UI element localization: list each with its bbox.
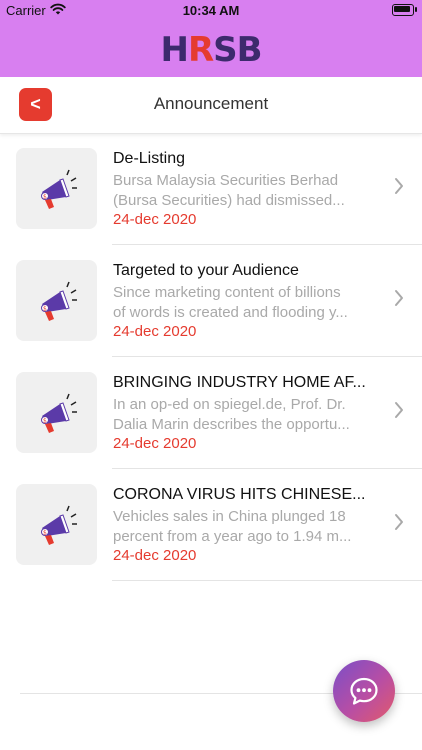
status-bar: Carrier 10:34 AM: [0, 0, 422, 22]
announcement-title: De-Listing: [113, 150, 186, 167]
announcement-row[interactable]: $ Targeted to your Audience Since market…: [0, 245, 422, 357]
hrsb-logo: HRSB: [160, 29, 262, 70]
description-line: Dalia Marin describes the opportu...: [113, 416, 350, 433]
announcement-date: 24-dec 2020: [113, 323, 197, 340]
chevron-right-icon: [394, 401, 404, 424]
chevron-right-icon: [394, 513, 404, 536]
battery-icon: [392, 4, 417, 16]
page-title: Announcement: [153, 94, 269, 113]
announcement-thumbnail: $: [16, 148, 97, 229]
logo-letter-r: R: [187, 29, 214, 70]
chat-button[interactable]: [333, 660, 395, 722]
logo-letter-h: H: [160, 29, 188, 70]
chevron-right-icon: [394, 177, 404, 200]
announcement-row[interactable]: $ BRINGING INDUSTRY HOME AF... In an op-…: [0, 357, 422, 469]
description-line: In an op-ed on spiegel.de, Prof. Dr.: [113, 396, 346, 413]
announcement-description: Since marketing content of billions of w…: [113, 283, 375, 323]
megaphone-icon: $: [40, 169, 77, 209]
description-line: of words is created and flooding y...: [113, 304, 348, 321]
svg-text:$: $: [43, 193, 47, 200]
announcement-description: In an op-ed on spiegel.de, Prof. Dr. Dal…: [113, 395, 375, 435]
svg-text:$: $: [43, 305, 47, 312]
announcement-description: Vehicles sales in China plunged 18 perce…: [113, 507, 375, 547]
megaphone-icon: $: [40, 505, 77, 545]
announcement-title: CORONA VIRUS HITS CHINESE...: [113, 486, 366, 503]
announcement-date: 24-dec 2020: [113, 211, 197, 228]
announcement-row[interactable]: $ CORONA VIRUS HITS CHINESE... Vehicles …: [0, 469, 422, 581]
logo-letters-sb: SB: [213, 29, 262, 70]
description-line: Bursa Malaysia Securities Berhad: [113, 172, 339, 189]
announcement-date: 24-dec 2020: [113, 435, 197, 452]
navigation-bar: < Announcement: [0, 77, 422, 134]
description-line: percent from a year ago to 1.94 m...: [113, 528, 352, 545]
megaphone-icon: $: [40, 281, 77, 321]
megaphone-icon: $: [40, 393, 77, 433]
status-bar-right: [392, 4, 417, 16]
announcement-date: 24-dec 2020: [113, 547, 197, 564]
announcement-thumbnail: $: [16, 484, 97, 565]
announcement-description: Bursa Malaysia Securities Berhad (Bursa …: [113, 171, 375, 211]
description-line: (Bursa Securities) had dismissed...: [113, 192, 345, 209]
announcement-thumbnail: $: [16, 260, 97, 341]
brand-header: HRSB: [0, 22, 422, 77]
row-divider: [112, 580, 422, 581]
announcement-title: Targeted to your Audience: [113, 262, 299, 279]
svg-text:$: $: [43, 529, 47, 536]
announcement-row[interactable]: $ De-Listing Bursa Malaysia Securities B…: [0, 133, 422, 245]
description-line: Vehicles sales in China plunged 18: [113, 508, 346, 525]
status-time: 10:34 AM: [182, 3, 240, 18]
announcement-title: BRINGING INDUSTRY HOME AF...: [113, 374, 366, 391]
announcement-list: $ De-Listing Bursa Malaysia Securities B…: [0, 133, 422, 581]
announcement-thumbnail: $: [16, 372, 97, 453]
svg-text:$: $: [43, 417, 47, 424]
chevron-right-icon: [394, 289, 404, 312]
chat-bubble-icon: [350, 677, 378, 705]
description-line: Since marketing content of billions: [113, 284, 341, 301]
